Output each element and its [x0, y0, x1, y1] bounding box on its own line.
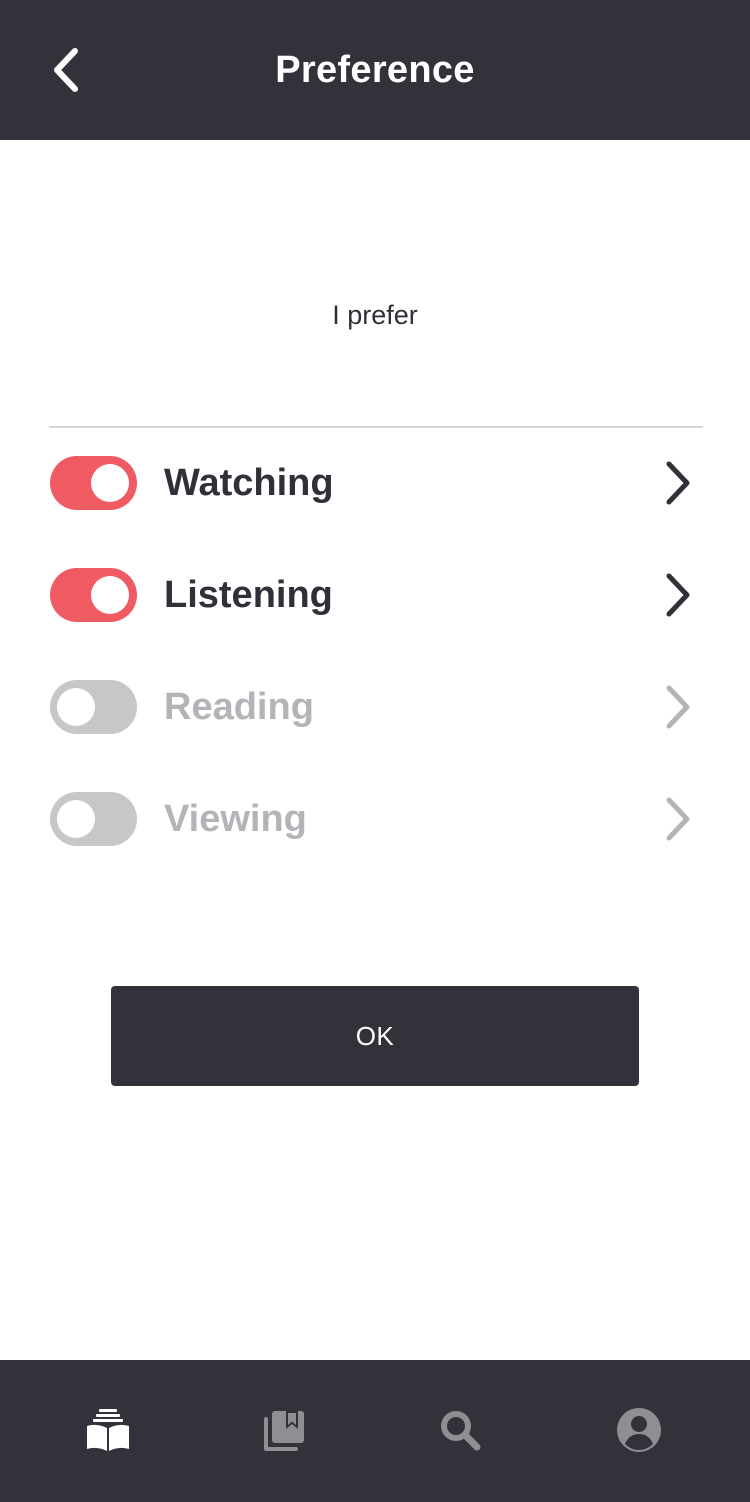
- bottom-navigation: [0, 1360, 750, 1502]
- chevron-right-icon[interactable]: [657, 680, 697, 734]
- preference-row-reading[interactable]: Reading: [49, 651, 703, 763]
- preference-screen: Preference I prefer Watching Listening R…: [0, 0, 750, 1502]
- prompt-text: I prefer: [332, 300, 418, 330]
- watching-toggle[interactable]: [50, 456, 137, 510]
- preference-label: Reading: [164, 685, 314, 728]
- back-button[interactable]: [34, 36, 98, 104]
- preference-row-listening[interactable]: Listening: [49, 539, 703, 651]
- preference-row-viewing[interactable]: Viewing: [49, 763, 703, 875]
- reading-toggle[interactable]: [50, 680, 137, 734]
- nav-search[interactable]: [430, 1400, 490, 1460]
- nav-profile[interactable]: [609, 1400, 669, 1460]
- ok-button[interactable]: OK: [111, 986, 639, 1086]
- chevron-left-icon: [54, 48, 78, 92]
- preference-row-watching[interactable]: Watching: [49, 427, 703, 539]
- toggle-knob: [57, 800, 95, 838]
- bookmark-library-icon: [264, 1411, 304, 1451]
- chevron-right-icon[interactable]: [657, 456, 697, 510]
- page-title: Preference: [275, 48, 475, 91]
- nav-home[interactable]: [78, 1400, 138, 1460]
- top-bar: Preference: [0, 0, 750, 140]
- open-book-icon: [87, 1409, 129, 1451]
- search-icon: [441, 1411, 481, 1451]
- chevron-right-icon[interactable]: [657, 568, 697, 622]
- toggle-knob: [91, 464, 129, 502]
- preference-label: Listening: [164, 573, 333, 616]
- preference-label: Viewing: [164, 797, 307, 840]
- toggle-knob: [57, 688, 95, 726]
- listening-toggle[interactable]: [50, 568, 137, 622]
- nav-library[interactable]: [255, 1400, 315, 1460]
- preference-label: Watching: [164, 461, 334, 504]
- viewing-toggle[interactable]: [50, 792, 137, 846]
- chevron-right-icon[interactable]: [657, 792, 697, 846]
- user-profile-icon: [617, 1408, 661, 1452]
- toggle-knob: [91, 576, 129, 614]
